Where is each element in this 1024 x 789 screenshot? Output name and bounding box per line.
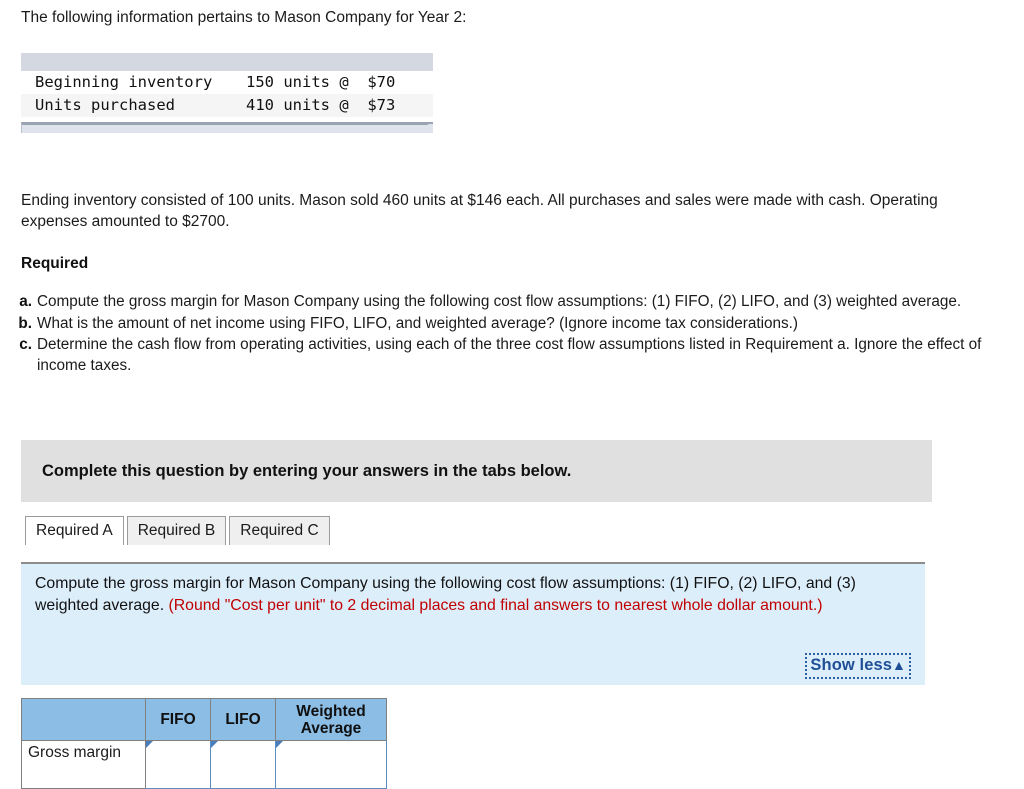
- inventory-table: Beginning inventory 150 units @ $70 Unit…: [21, 53, 433, 117]
- tab-required-c[interactable]: Required C: [229, 516, 330, 545]
- list-item: a. Compute the gross margin for Mason Co…: [16, 292, 1011, 313]
- scrollbar-thumb[interactable]: [22, 122, 428, 125]
- row-value: 150 units @ $70: [246, 71, 433, 94]
- header-spacer-right: [246, 53, 433, 71]
- list-item-text: Compute the gross margin for Mason Compa…: [37, 293, 962, 310]
- input-gross-margin-fifo[interactable]: [145, 740, 211, 789]
- tab-required-b[interactable]: Required B: [126, 516, 227, 545]
- row-value: 410 units @ $73: [246, 94, 433, 117]
- show-less-button[interactable]: Show less▲: [805, 653, 911, 679]
- table-header-band: [21, 53, 433, 71]
- answer-header-blank: [21, 698, 146, 741]
- chevron-up-icon: ▲: [892, 657, 906, 673]
- tab-instruction-text: Compute the gross margin for Mason Compa…: [35, 573, 911, 617]
- table-row: Units purchased 410 units @ $73: [21, 94, 433, 117]
- list-marker: a.: [19, 293, 32, 310]
- table-row: Gross margin: [21, 740, 387, 789]
- input-gross-margin-weighted-average[interactable]: [275, 740, 387, 789]
- tab-instruction-panel: Compute the gross margin for Mason Compa…: [21, 562, 925, 685]
- answer-table-wrapper: FIFO LIFO Weighted Average Gross margin: [21, 698, 387, 789]
- input-gross-margin-lifo[interactable]: [210, 740, 276, 789]
- list-item-text: What is the amount of net income using F…: [37, 314, 798, 332]
- list-marker: c.: [19, 336, 32, 353]
- answer-header-lifo: LIFO: [210, 698, 276, 741]
- required-heading: Required: [21, 255, 89, 272]
- list-item-text: Determine the cash flow from operating a…: [37, 336, 982, 374]
- tab-required-a[interactable]: Required A: [25, 516, 124, 545]
- answer-header-weighted-average: Weighted Average: [275, 698, 387, 741]
- list-item: b. What is the amount of net income usin…: [16, 314, 1011, 335]
- cell-marker-icon: [146, 741, 153, 748]
- answer-table-header-row: FIFO LIFO Weighted Average: [21, 698, 387, 741]
- list-item: c. Determine the cash flow from operatin…: [16, 335, 1011, 376]
- question-page: The following information pertains to Ma…: [0, 0, 1024, 789]
- cell-marker-icon: [211, 741, 218, 748]
- answer-row-label-gross-margin: Gross margin: [21, 740, 146, 789]
- list-marker: b.: [18, 314, 32, 332]
- tab-bar: Required A Required B Required C: [25, 516, 330, 545]
- answer-table: FIFO LIFO Weighted Average Gross margin: [21, 698, 387, 789]
- inventory-data-table: Beginning inventory 150 units @ $70 Unit…: [21, 53, 433, 133]
- show-less-row: Show less▲: [805, 653, 911, 679]
- show-less-label: Show less: [810, 656, 893, 674]
- instructions-banner-text: Complete this question by entering your …: [42, 461, 572, 480]
- instructions-banner: Complete this question by entering your …: [21, 440, 932, 502]
- table-row: Beginning inventory 150 units @ $70: [21, 71, 433, 94]
- scenario-paragraph: Ending inventory consisted of 100 units.…: [21, 192, 938, 230]
- intro-text: The following information pertains to Ma…: [21, 9, 467, 26]
- cell-marker-icon: [276, 741, 283, 748]
- row-label: Beginning inventory: [21, 71, 246, 94]
- header-spacer-left: [21, 53, 246, 71]
- answer-header-fifo: FIFO: [145, 698, 211, 741]
- row-label: Units purchased: [21, 94, 246, 117]
- instruction-rounding-note: (Round "Cost per unit" to 2 decimal plac…: [168, 597, 823, 614]
- requirements-list: a. Compute the gross margin for Mason Co…: [16, 292, 1011, 377]
- table-horizontal-scrollbar[interactable]: [21, 122, 433, 133]
